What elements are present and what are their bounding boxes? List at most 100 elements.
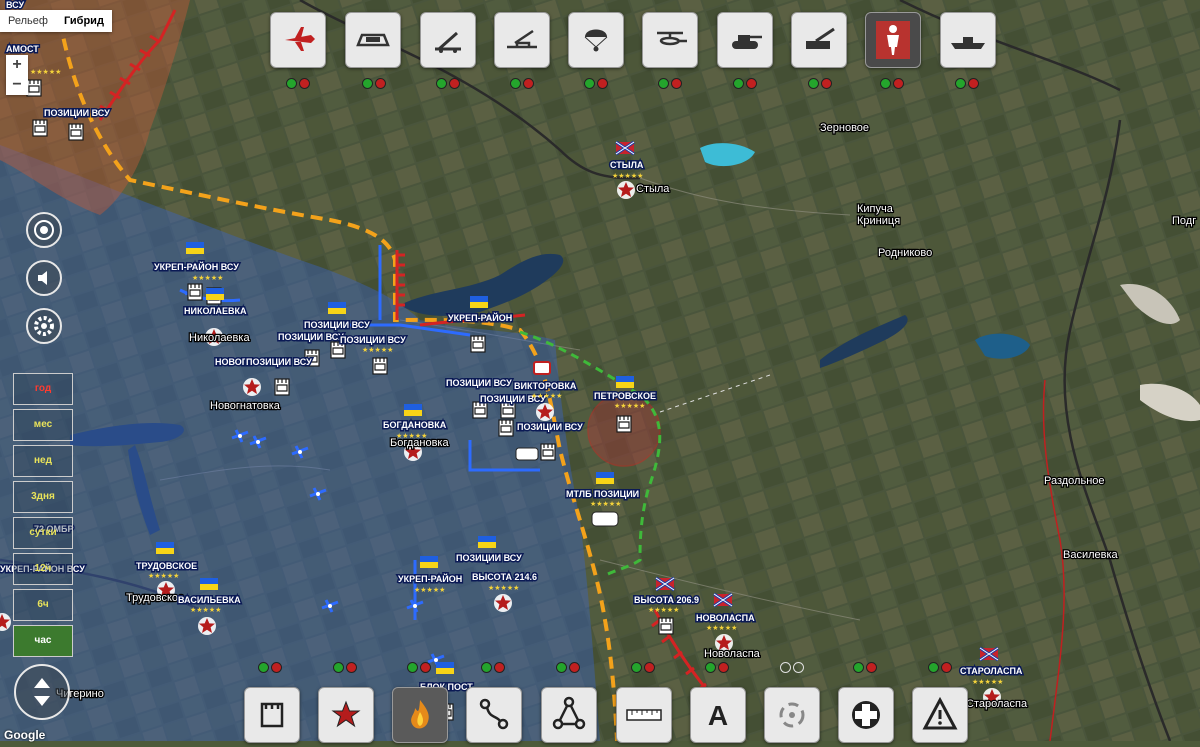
time-filter-button[interactable]: 6ч xyxy=(13,589,73,621)
svg-text:★★★★★: ★★★★★ xyxy=(30,68,61,76)
sam-system-button[interactable] xyxy=(494,12,550,68)
infantry-icon xyxy=(876,21,910,59)
time-filter-button[interactable]: 3дня xyxy=(13,481,73,513)
svg-text:★★★★★: ★★★★★ xyxy=(488,584,519,592)
label-pozitsii-8: ПОЗИЦИИ ВСУ xyxy=(456,553,522,563)
helicopter-button[interactable] xyxy=(642,12,698,68)
star-icon xyxy=(331,700,361,728)
place-podg: Подг xyxy=(1172,215,1196,227)
status-dots xyxy=(362,78,386,89)
network-tool-button[interactable] xyxy=(541,687,597,743)
place-stila: Стыла xyxy=(636,183,670,195)
text-tool-button[interactable]: A xyxy=(690,687,746,743)
arrows-icon xyxy=(34,678,50,706)
label-samost: АМОСТ xyxy=(6,44,39,54)
paratrooper-button[interactable] xyxy=(568,12,624,68)
label-stila: СТЫЛА xyxy=(610,160,644,170)
status-dots xyxy=(510,78,534,89)
fortification-tool-button[interactable] xyxy=(244,687,300,743)
star-tool-button[interactable] xyxy=(318,687,374,743)
google-attribution: Google xyxy=(4,728,46,742)
sound-button[interactable] xyxy=(26,260,62,296)
navigation-button[interactable] xyxy=(14,664,70,720)
time-filter-button[interactable]: год xyxy=(13,373,73,405)
label-vysota-214: ВЫСОТА 214.6 xyxy=(472,572,537,582)
aircraft-button[interactable] xyxy=(270,12,326,68)
zoom-out-button[interactable]: − xyxy=(6,75,28,95)
place-staro-laspa: Староласпа xyxy=(966,698,1028,710)
armored-vehicle-button[interactable] xyxy=(345,12,401,68)
warning-tool-button[interactable] xyxy=(912,687,968,743)
svg-text:★★★★★: ★★★★★ xyxy=(396,432,427,440)
place-novognatovka: Новогнатовка xyxy=(210,400,281,412)
label-vasilevka: ВАСИЛЬЕВКА xyxy=(178,595,241,605)
status-dots xyxy=(556,662,580,673)
svg-text:★★★★★: ★★★★★ xyxy=(614,402,645,410)
place-kipucha-2: Криниця xyxy=(857,215,900,227)
svg-text:★★★★★: ★★★★★ xyxy=(148,572,179,580)
label-pozitsii-top-left: ПОЗИЦИИ ВСУ xyxy=(44,108,110,118)
place-razdolnoe: Раздольное xyxy=(1044,475,1105,487)
label-staro-laspa: СТАРОЛАСПА xyxy=(960,666,1023,676)
record-button[interactable] xyxy=(26,212,62,248)
time-filter-button[interactable]: 12ч xyxy=(13,553,73,585)
medical-tool-button[interactable] xyxy=(838,687,894,743)
time-filter-button[interactable]: нед xyxy=(13,445,73,477)
label-novog: НОВОГ xyxy=(215,357,247,367)
relief-button[interactable]: Рельеф xyxy=(0,10,56,32)
tank-icon xyxy=(732,35,762,49)
status-dots xyxy=(733,78,757,89)
ruler-tool-button[interactable] xyxy=(616,687,672,743)
place-zernovoe: Зерновое xyxy=(820,122,869,134)
infantry-button[interactable] xyxy=(865,12,921,68)
svg-text:A: A xyxy=(708,700,728,731)
status-dots xyxy=(631,662,655,673)
svg-text:★★★★★: ★★★★★ xyxy=(531,392,562,400)
label-ukrep-rayon-top: УКРЕП-РАЙОН xyxy=(448,312,512,323)
status-dots xyxy=(780,662,804,673)
route-tool-button[interactable] xyxy=(466,687,522,743)
label-bogdanovka: БОГДАНОВКА xyxy=(383,420,447,430)
svg-text:★★★★★: ★★★★★ xyxy=(362,346,393,354)
time-filter-button[interactable]: сутки xyxy=(13,517,73,549)
status-dots xyxy=(333,662,357,673)
map-type-control: Рельеф Гибрид xyxy=(0,10,112,32)
place-vasilevka: Василевка xyxy=(1063,549,1119,561)
svg-text:★★★★★: ★★★★★ xyxy=(612,172,643,180)
sam-system-icon xyxy=(507,29,537,49)
label-mtlb: МТЛБ ПОЗИЦИИ xyxy=(566,489,639,499)
paratrooper-icon xyxy=(584,29,608,52)
fire-tool-button[interactable] xyxy=(392,687,448,743)
time-filter: год мес нед 3дня сутки 12ч 6ч час xyxy=(13,373,73,661)
status-dots xyxy=(808,78,832,89)
hybrid-button[interactable]: Гибрид xyxy=(56,10,112,32)
biohazard-tool-button[interactable] xyxy=(764,687,820,743)
label-vysota-206: ВЫСОТА 206.9 xyxy=(634,595,699,605)
tank-button[interactable] xyxy=(717,12,773,68)
status-dots xyxy=(955,78,979,89)
network-icon xyxy=(552,696,586,730)
label-trudovskoe: ТРУДОВСКОЕ xyxy=(136,561,197,571)
naval-button[interactable] xyxy=(940,12,996,68)
naval-icon xyxy=(951,37,985,49)
armored-vehicle-icon xyxy=(356,33,390,47)
time-filter-button[interactable]: мес xyxy=(13,409,73,441)
svg-text:★★★★★: ★★★★★ xyxy=(192,274,223,282)
svg-text:★★★★★: ★★★★★ xyxy=(972,678,1003,686)
status-dots xyxy=(658,78,682,89)
aircraft-icon xyxy=(285,27,315,51)
rocket-launcher-icon xyxy=(435,31,461,53)
battle-map[interactable]: Зерновое Стыла Кипуча Криниця Родниково … xyxy=(0,0,1200,741)
label-ukrep-rayon-2: УКРЕП-РАЙОН xyxy=(398,573,462,584)
zoom-in-button[interactable]: + xyxy=(6,55,28,75)
settings-button[interactable] xyxy=(26,308,62,344)
label-petrovskoe: ПЕТРОВСКОЕ xyxy=(594,391,656,401)
time-filter-button[interactable]: час xyxy=(13,625,73,657)
rocket-launcher-button[interactable] xyxy=(420,12,476,68)
warning-icon xyxy=(922,696,958,730)
status-dots xyxy=(705,662,729,673)
label-viktorovka: ВИКТОРОВКА xyxy=(514,381,577,391)
gear-icon xyxy=(34,316,54,336)
artillery-button[interactable] xyxy=(791,12,847,68)
svg-text:★★★★★: ★★★★★ xyxy=(706,624,737,632)
